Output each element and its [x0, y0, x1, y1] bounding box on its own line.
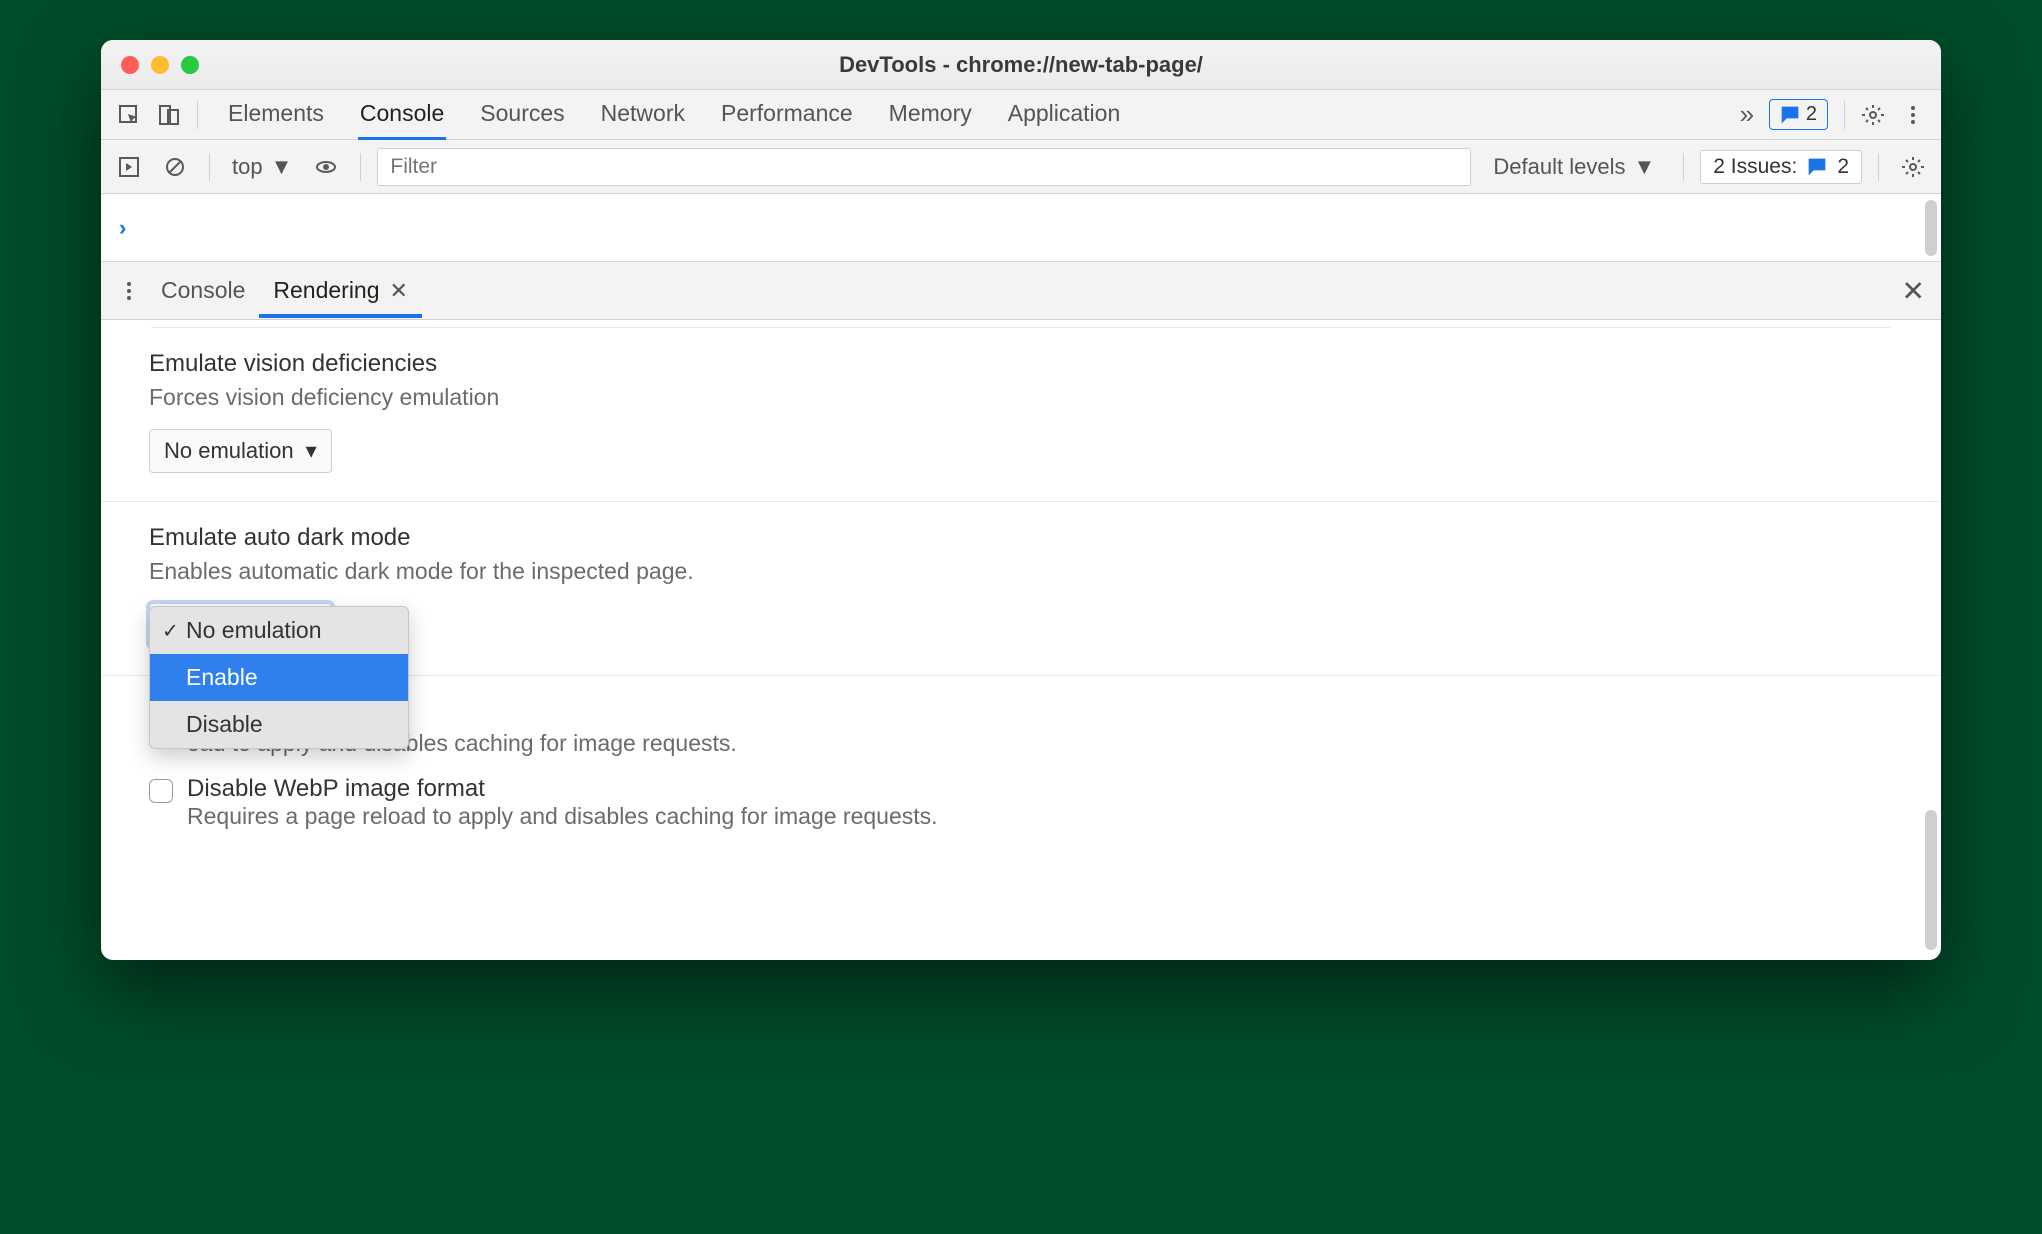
log-levels-selector[interactable]: Default levels ▼ — [1481, 154, 1667, 180]
disable-avif-row: format oad to apply and disables caching… — [149, 702, 1893, 757]
rendering-panel: Emulate vision deficiencies Forces visio… — [101, 320, 1941, 960]
section-title: Emulate auto dark mode — [149, 524, 1893, 552]
devtools-window: DevTools - chrome://new-tab-page/ Elemen… — [101, 40, 1941, 960]
panel-divider — [151, 320, 1891, 328]
console-settings-icon[interactable] — [1895, 149, 1931, 185]
close-drawer-icon[interactable]: ✕ — [1902, 274, 1925, 307]
dropdown-option-disable[interactable]: Disable — [150, 701, 408, 748]
divider — [1683, 153, 1684, 181]
tab-network[interactable]: Network — [599, 90, 687, 140]
window-title: DevTools - chrome://new-tab-page/ — [101, 52, 1941, 78]
kebab-menu-icon[interactable] — [1895, 97, 1931, 133]
drawer-tab-label: Rendering — [273, 277, 379, 304]
tab-performance[interactable]: Performance — [719, 90, 855, 140]
vision-deficiency-select[interactable]: No emulation ▾ — [149, 429, 332, 473]
disable-webp-checkbox[interactable] — [149, 779, 173, 803]
select-value: No emulation — [164, 438, 294, 464]
drawer-kebab-icon[interactable] — [111, 273, 147, 309]
divider — [1878, 153, 1879, 181]
disable-webp-row: Disable WebP image format Requires a pag… — [149, 775, 1893, 830]
drawer-tab-console[interactable]: Console — [147, 263, 259, 318]
tab-sources[interactable]: Sources — [478, 90, 566, 140]
tab-application[interactable]: Application — [1006, 90, 1123, 140]
tab-console[interactable]: Console — [358, 90, 446, 140]
section-desc: Enables automatic dark mode for the insp… — [149, 558, 1893, 585]
issues-summary[interactable]: 2 Issues: 2 — [1700, 150, 1862, 184]
check-label-block: Disable WebP image format Requires a pag… — [187, 775, 938, 830]
context-selector[interactable]: top ▼ — [226, 154, 298, 180]
chevron-down-icon: ▼ — [271, 154, 293, 180]
drawer-tab-rendering[interactable]: Rendering ✕ — [259, 263, 422, 318]
dropdown-option-no-emulation[interactable]: No emulation — [150, 607, 408, 654]
tab-elements[interactable]: Elements — [226, 90, 326, 140]
checkbox-title: Disable WebP image format — [187, 775, 938, 803]
message-icon — [1807, 157, 1827, 177]
levels-label: Default levels — [1493, 154, 1625, 180]
section-vision-deficiencies: Emulate vision deficiencies Forces visio… — [101, 328, 1941, 501]
tab-memory[interactable]: Memory — [887, 90, 974, 140]
issues-prefix: 2 Issues: — [1713, 155, 1797, 179]
close-tab-icon[interactable]: ✕ — [390, 278, 408, 304]
divider — [197, 101, 198, 129]
scrollbar-thumb[interactable] — [1925, 200, 1937, 256]
context-label: top — [232, 154, 263, 180]
issues-count: 2 — [1837, 155, 1849, 179]
section-desc: Forces vision deficiency emulation — [149, 384, 1893, 411]
issues-badge[interactable]: 2 — [1769, 99, 1828, 130]
main-toolbar: Elements Console Sources Network Perform… — [101, 90, 1941, 140]
console-prompt-area[interactable]: › — [101, 194, 1941, 262]
prompt-chevron-icon: › — [119, 215, 126, 241]
filter-input[interactable] — [377, 148, 1471, 186]
console-toolbar: top ▼ Default levels ▼ 2 Issues: 2 — [101, 140, 1941, 194]
divider — [1844, 101, 1845, 129]
section-title: Emulate vision deficiencies — [149, 350, 1893, 378]
more-tabs-icon[interactable]: » — [1729, 97, 1765, 133]
live-expression-icon[interactable] — [308, 149, 344, 185]
divider — [360, 153, 361, 181]
titlebar: DevTools - chrome://new-tab-page/ — [101, 40, 1941, 90]
message-icon — [1780, 105, 1800, 125]
auto-dark-mode-dropdown: No emulation Enable Disable — [149, 606, 409, 749]
issues-badge-count: 2 — [1806, 103, 1817, 126]
checkbox-desc: Requires a page reload to apply and disa… — [187, 803, 938, 830]
chevron-down-icon: ▼ — [1633, 154, 1655, 180]
sidebar-toggle-icon[interactable] — [111, 149, 147, 185]
chevron-down-icon: ▾ — [306, 438, 317, 464]
device-toolbar-icon[interactable] — [151, 97, 187, 133]
settings-icon[interactable] — [1855, 97, 1891, 133]
scrollbar-thumb[interactable] — [1925, 810, 1937, 950]
main-tab-strip: Elements Console Sources Network Perform… — [226, 90, 1725, 140]
divider — [209, 153, 210, 181]
dropdown-option-enable[interactable]: Enable — [150, 654, 408, 701]
drawer-tab-strip: Console Rendering ✕ ✕ — [101, 262, 1941, 320]
inspect-element-icon[interactable] — [111, 97, 147, 133]
clear-console-icon[interactable] — [157, 149, 193, 185]
